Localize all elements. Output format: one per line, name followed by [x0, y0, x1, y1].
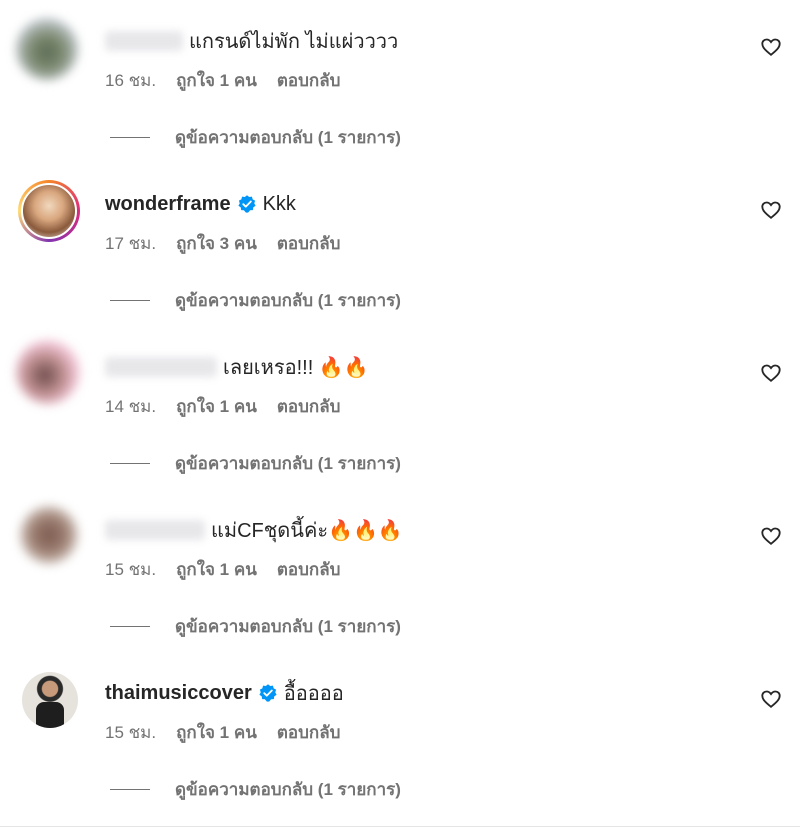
reply-button[interactable]: ตอบกลับ — [277, 230, 341, 257]
divider-line — [110, 299, 150, 301]
comment-time[interactable]: 15 ชม. — [105, 719, 156, 746]
comment-meta: 15 ชม. ถูกใจ 1 คน ตอบกลับ — [105, 720, 340, 744]
avatar[interactable] — [22, 672, 78, 728]
heart-icon[interactable] — [760, 36, 782, 58]
username[interactable]: paopaoo66 — [105, 357, 217, 377]
heart-icon[interactable] — [760, 362, 782, 384]
like-count[interactable]: ถูกใจ 1 คน — [176, 556, 257, 583]
view-replies-label: ดูข้อความตอบกลับ (1 รายการ) — [175, 616, 401, 636]
comment-header: rosesthin แม่CFชุดนี้ค่ะ🔥🔥🔥 — [105, 515, 403, 545]
comment-meta: 16 ชม. ถูกใจ 1 คน ตอบกลับ — [105, 68, 340, 92]
like-count[interactable]: ถูกใจ 1 คน — [176, 393, 257, 420]
like-count[interactable]: ถูกใจ 1 คน — [176, 719, 257, 746]
view-replies-button[interactable]: ดูข้อความตอบกลับ (1 รายการ) — [110, 614, 401, 638]
divider-line — [110, 462, 150, 464]
divider-line — [110, 625, 150, 627]
username[interactable]: thaimusiccover — [105, 682, 252, 705]
comment-time[interactable]: 16 ชม. — [105, 67, 156, 94]
reply-button[interactable]: ตอบกลับ — [277, 556, 341, 583]
view-replies-button[interactable]: ดูข้อความตอบกลับ (1 รายการ) — [110, 451, 401, 475]
reply-button[interactable]: ตอบกลับ — [277, 719, 341, 746]
view-replies-button[interactable]: ดูข้อความตอบกลับ (1 รายการ) — [110, 777, 401, 801]
bottom-divider — [0, 826, 800, 827]
username[interactable]: wonderframe — [105, 193, 231, 216]
comment-header: wonderframe Kkk — [105, 189, 296, 219]
username[interactable]: rosesthin — [105, 520, 205, 540]
divider-line — [110, 788, 150, 790]
comment-time[interactable]: 15 ชม. — [105, 556, 156, 583]
comment-text: Kkk — [262, 192, 296, 215]
view-replies-button[interactable]: ดูข้อความตอบกลับ (1 รายการ) — [110, 288, 401, 312]
comment-text: แกรนด์ไม่พัก ไม่แผ่วววว — [189, 31, 399, 53]
avatar[interactable] — [20, 506, 78, 564]
comment-text: อื้ออออ — [283, 683, 344, 705]
view-replies-label: ดูข้อความตอบกลับ (1 รายการ) — [175, 779, 401, 799]
comment-item: paopaoo66 เลยเหรอ!!! 🔥🔥 14 ชม. ถูกใจ 1 ค… — [0, 326, 800, 489]
comment-item: wonderframe Kkk 17 ชม. ถูกใจ 3 คน ตอบกลั… — [0, 163, 800, 326]
heart-icon[interactable] — [760, 525, 782, 547]
view-replies-label: ดูข้อความตอบกลับ (1 รายการ) — [175, 290, 401, 310]
verified-badge-icon — [258, 683, 278, 703]
username[interactable]: lillingsr — [105, 31, 183, 51]
comment-header: lillingsr แกรนด์ไม่พัก ไม่แผ่วววว — [105, 26, 398, 56]
comment-text: เลยเหรอ!!! 🔥🔥 — [223, 357, 369, 379]
divider-line — [110, 136, 150, 138]
reply-button[interactable]: ตอบกลับ — [277, 67, 341, 94]
like-count[interactable]: ถูกใจ 1 คน — [176, 67, 257, 94]
comment-time[interactable]: 14 ชม. — [105, 393, 156, 420]
comment-item: rosesthin แม่CFชุดนี้ค่ะ🔥🔥🔥 15 ชม. ถูกใจ… — [0, 489, 800, 652]
view-replies-label: ดูข้อความตอบกลับ (1 รายการ) — [175, 127, 401, 147]
heart-icon[interactable] — [760, 199, 782, 221]
avatar[interactable] — [16, 340, 80, 404]
view-replies-label: ดูข้อความตอบกลับ (1 รายการ) — [175, 453, 401, 473]
comment-time[interactable]: 17 ชม. — [105, 230, 156, 257]
like-count[interactable]: ถูกใจ 3 คน — [176, 230, 257, 257]
view-replies-button[interactable]: ดูข้อความตอบกลับ (1 รายการ) — [110, 125, 401, 149]
comment-meta: 17 ชม. ถูกใจ 3 คน ตอบกลับ — [105, 231, 340, 255]
comment-meta: 15 ชม. ถูกใจ 1 คน ตอบกลับ — [105, 557, 340, 581]
comment-header: thaimusiccover อื้ออออ — [105, 678, 344, 708]
heart-icon[interactable] — [760, 688, 782, 710]
comment-item: lillingsr แกรนด์ไม่พัก ไม่แผ่วววว 16 ชม.… — [0, 0, 800, 163]
reply-button[interactable]: ตอบกลับ — [277, 393, 341, 420]
verified-badge-icon — [237, 194, 257, 214]
avatar[interactable] — [18, 180, 80, 242]
comment-meta: 14 ชม. ถูกใจ 1 คน ตอบกลับ — [105, 394, 340, 418]
comment-text: แม่CFชุดนี้ค่ะ🔥🔥🔥 — [211, 520, 403, 542]
avatar[interactable] — [16, 18, 78, 80]
comment-item: thaimusiccover อื้ออออ 15 ชม. ถูกใจ 1 คน… — [0, 652, 800, 815]
comment-header: paopaoo66 เลยเหรอ!!! 🔥🔥 — [105, 352, 369, 382]
